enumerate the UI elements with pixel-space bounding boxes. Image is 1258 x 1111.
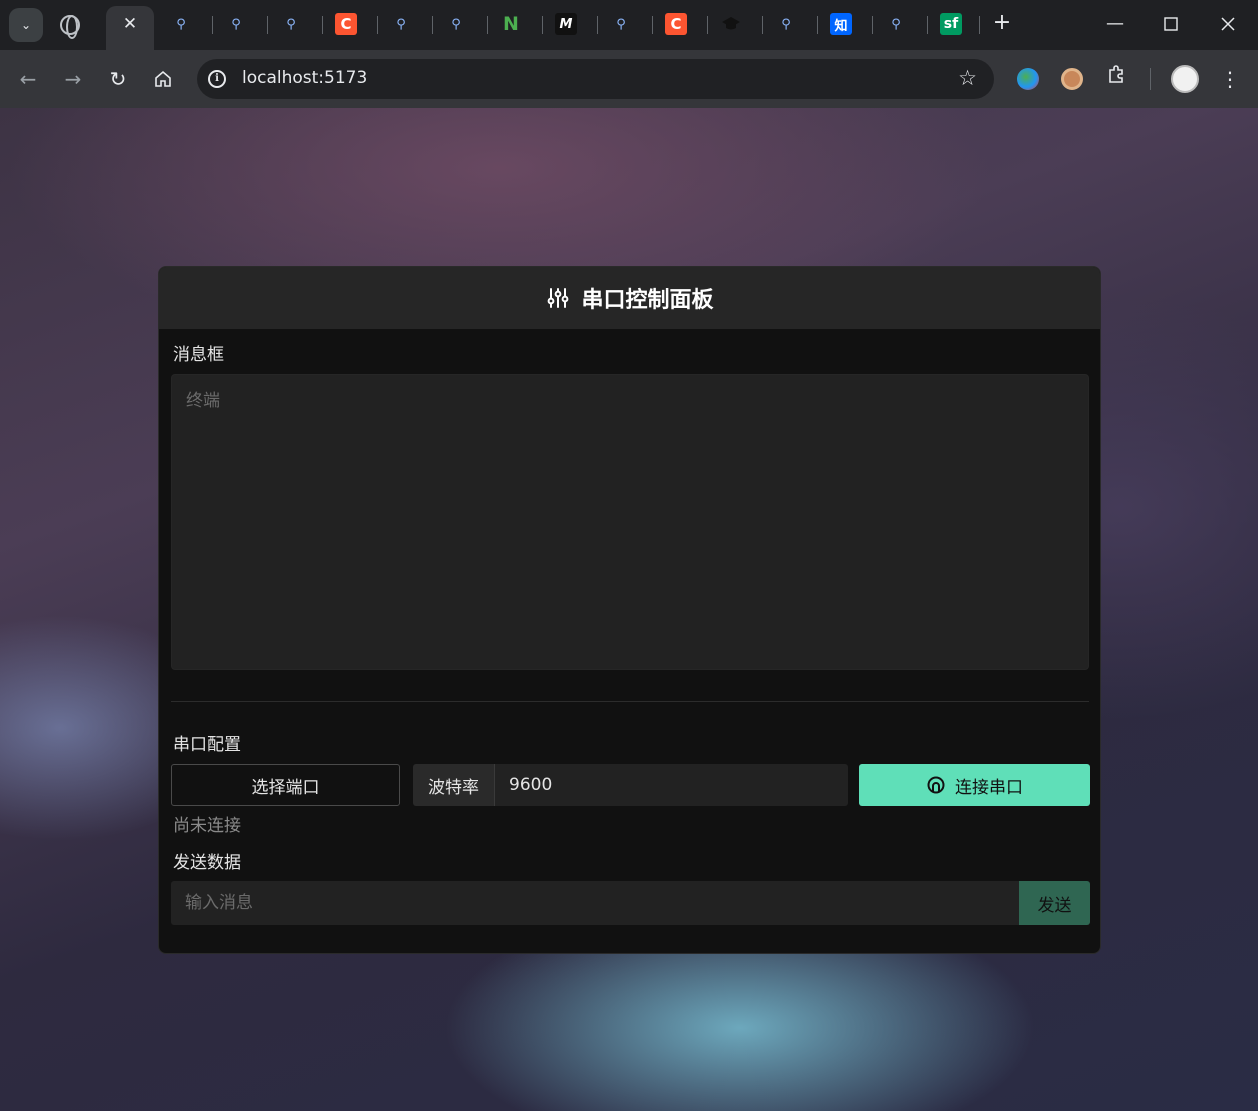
- tab-separator: [927, 16, 928, 34]
- extension-avatar-icon[interactable]: [1061, 68, 1083, 90]
- extensions-puzzle-icon[interactable]: [1106, 64, 1126, 89]
- config-section-label: 串口配置: [173, 735, 241, 755]
- tab-separator: [652, 16, 653, 34]
- tab-separator: [212, 16, 213, 34]
- search-icon[interactable]: ⚲: [610, 13, 632, 35]
- tab-separator: [762, 16, 763, 34]
- search-icon[interactable]: ⚲: [775, 13, 797, 35]
- tab-separator: [432, 16, 433, 34]
- tab-search-button[interactable]: ⌄: [9, 8, 43, 42]
- search-icon[interactable]: ⚲: [445, 13, 467, 35]
- home-icon[interactable]: [150, 66, 176, 92]
- search-icon[interactable]: ⚲: [280, 13, 302, 35]
- minimize-icon[interactable]: —: [1100, 12, 1130, 36]
- tab-separator: [322, 16, 323, 34]
- globe-icon[interactable]: [60, 15, 80, 39]
- browser-toolbar: ← → ↻ i localhost:5173 ☆ ⋮: [0, 50, 1258, 108]
- baud-rate-input[interactable]: 9600: [495, 764, 848, 806]
- serial-control-panel: 串口控制面板 消息框 终端 串口配置 选择端口 波特率 9600 连接串口 尚未…: [158, 266, 1101, 954]
- tab-separator: [487, 16, 488, 34]
- message-section-label: 消息框: [173, 345, 224, 365]
- panel-header: 串口控制面板: [159, 267, 1100, 329]
- connection-status: 尚未连接: [173, 816, 241, 836]
- profile-avatar[interactable]: [1171, 65, 1199, 93]
- menu-kebab-icon[interactable]: ⋮: [1220, 64, 1240, 94]
- new-tab-icon[interactable]: +: [990, 11, 1014, 35]
- n-logo-icon[interactable]: N: [500, 13, 522, 35]
- graduation-cap-icon[interactable]: [720, 13, 742, 35]
- terminal-placeholder: 终端: [186, 391, 220, 411]
- address-bar[interactable]: i localhost:5173 ☆: [197, 59, 994, 99]
- section-divider: [171, 701, 1089, 702]
- message-input-placeholder: 输入消息: [185, 893, 253, 913]
- tab-separator: [979, 16, 980, 34]
- message-input[interactable]: 输入消息: [171, 881, 1019, 925]
- tab-separator: [817, 16, 818, 34]
- segmentfault-icon[interactable]: sf: [940, 13, 962, 35]
- connect-icon: [927, 776, 945, 794]
- search-icon[interactable]: ⚲: [885, 13, 907, 35]
- connect-serial-button[interactable]: 连接串口: [859, 764, 1090, 806]
- tab-separator: [872, 16, 873, 34]
- page-viewport: 串口控制面板 消息框 终端 串口配置 选择端口 波特率 9600 连接串口 尚未…: [0, 108, 1258, 1111]
- site-info-icon[interactable]: i: [208, 70, 226, 88]
- active-tab[interactable]: ✕: [106, 6, 154, 50]
- bookmark-star-icon[interactable]: ☆: [958, 66, 977, 90]
- tab-separator: [707, 16, 708, 34]
- select-port-button[interactable]: 选择端口: [171, 764, 400, 806]
- back-icon[interactable]: ←: [15, 66, 41, 92]
- close-icon[interactable]: ✕: [106, 14, 154, 34]
- tab-separator: [542, 16, 543, 34]
- maximize-icon[interactable]: [1156, 12, 1186, 36]
- csdn-icon[interactable]: C: [665, 13, 687, 35]
- terminal-output[interactable]: 终端: [171, 374, 1089, 670]
- tab-separator: [597, 16, 598, 34]
- search-icon[interactable]: ⚲: [225, 13, 247, 35]
- m-logo-icon[interactable]: M: [555, 13, 577, 35]
- zhihu-icon[interactable]: 知: [830, 13, 852, 35]
- search-icon[interactable]: ⚲: [390, 13, 412, 35]
- reload-icon[interactable]: ↻: [105, 66, 131, 92]
- toolbar-separator: [1150, 68, 1151, 90]
- address-url[interactable]: localhost:5173: [242, 68, 367, 88]
- connect-serial-label: 连接串口: [955, 777, 1023, 798]
- page-title: 串口控制面板: [581, 288, 714, 313]
- tab-separator: [377, 16, 378, 34]
- baud-rate-label: 波特率: [413, 764, 495, 806]
- extension-globe-icon[interactable]: [1017, 68, 1039, 90]
- chevron-down-icon: ⌄: [20, 18, 32, 32]
- sliders-icon: [548, 288, 569, 308]
- csdn-icon[interactable]: C: [335, 13, 357, 35]
- forward-icon[interactable]: →: [60, 66, 86, 92]
- tab-strip: ⌄ ✕ ⚲ ⚲ ⚲ C ⚲ ⚲ N M ⚲ C ⚲ 知 ⚲ sf + —: [0, 0, 1258, 50]
- send-section-label: 发送数据: [173, 853, 241, 873]
- window-close-icon[interactable]: [1213, 12, 1243, 36]
- tab-separator: [267, 16, 268, 34]
- search-icon[interactable]: ⚲: [170, 13, 192, 35]
- send-button[interactable]: 发送: [1019, 881, 1090, 925]
